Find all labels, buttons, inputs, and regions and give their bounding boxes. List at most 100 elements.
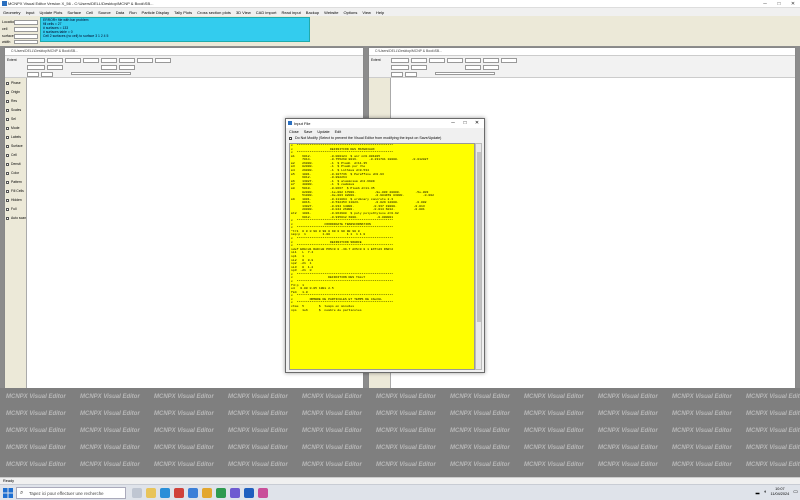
menu-item[interactable]: Backup [306,10,319,15]
origin-y-field[interactable] [65,58,81,63]
level-field[interactable] [465,65,481,70]
option-checkbox[interactable] [6,190,9,193]
label-field[interactable] [391,65,409,70]
menu-item[interactable]: Geometry [3,10,21,15]
option-checkbox[interactable] [6,217,9,220]
network-icon[interactable]: ▂ [756,489,760,495]
maximize-button[interactable]: □ [772,0,786,8]
menu-item[interactable]: Source [98,10,111,15]
option-checkbox[interactable] [6,163,9,166]
menu-item[interactable]: Surface [67,10,81,15]
basis-field[interactable] [137,58,153,63]
app-icon-red[interactable] [174,488,184,498]
level-field[interactable] [483,65,499,70]
app-icon-pink[interactable] [258,488,268,498]
extent-field[interactable] [391,58,409,63]
option-checkbox[interactable] [6,82,9,85]
location-input[interactable] [14,20,38,25]
mcnpx-taskbar-icon[interactable] [244,488,254,498]
minimize-button[interactable]: ─ [758,0,772,8]
option-checkbox[interactable] [6,127,9,130]
basis-field[interactable] [501,58,517,63]
app-icon-purple[interactable] [230,488,240,498]
option-label: Full [11,207,17,211]
option-checkbox[interactable] [6,154,9,157]
option-checkbox[interactable] [6,199,9,202]
basis-field[interactable] [101,58,117,63]
surface-input[interactable] [14,34,38,39]
input-window-minimize-button[interactable]: ─ [447,119,459,128]
option-checkbox[interactable] [6,109,9,112]
close-button[interactable]: ✕ [786,0,800,8]
color-field[interactable] [47,65,63,70]
option-checkbox[interactable] [6,181,9,184]
menu-item[interactable]: Website [324,10,338,15]
width-input[interactable] [14,40,38,44]
menu-item[interactable]: Update Plots [39,10,62,15]
app-icon-orange[interactable] [202,488,212,498]
basis-field[interactable] [483,58,499,63]
app-icon-blue[interactable] [188,488,198,498]
menu-item[interactable]: 3D View [236,10,251,15]
zoom-slider[interactable] [71,72,131,75]
origin-z-field[interactable] [447,58,463,63]
basis-field[interactable] [155,58,171,63]
menu-item[interactable]: CAD import [256,10,277,15]
input-menu-save[interactable]: Save [304,130,313,134]
extent-field[interactable] [27,58,45,63]
zoom-field[interactable] [27,72,39,77]
input-menu-edit[interactable]: Edit [335,130,342,134]
zoom-field[interactable] [405,72,417,77]
input-window-close-button[interactable]: ✕ [471,119,483,128]
taskbar-search-box[interactable]: ⌕ Tapez ici pour effectuer une recherche [16,487,126,499]
option-checkbox[interactable] [6,100,9,103]
option-checkbox[interactable] [6,136,9,139]
zoom-field[interactable] [41,72,53,77]
menu-item[interactable]: Particle Display [142,10,170,15]
option-checkbox[interactable] [6,118,9,121]
input-vertical-scrollbar[interactable] [475,143,482,370]
menu-item[interactable]: Input [26,10,35,15]
option-checkbox[interactable] [6,172,9,175]
menu-item[interactable]: Run [129,10,136,15]
option-checkbox[interactable] [6,145,9,148]
app-icon-green[interactable] [216,488,226,498]
zoom-field[interactable] [391,72,403,77]
watermark-text: MCNPX Visual Editor [746,394,800,400]
file-explorer-icon[interactable] [146,488,156,498]
menu-item[interactable]: View [362,10,371,15]
basis-field[interactable] [465,58,481,63]
origin-x-field[interactable] [411,58,427,63]
menu-item[interactable]: Help [376,10,384,15]
input-file-text-area[interactable]: c **************************************… [289,143,475,370]
cell-input[interactable] [14,27,38,32]
do-not-modify-checkbox[interactable] [289,137,292,140]
option-checkbox[interactable] [6,208,9,211]
windows-start-icon[interactable] [3,488,13,498]
menu-item[interactable]: Data [116,10,124,15]
clock[interactable]: 10:07 11/04/2024 [771,487,790,496]
menu-item[interactable]: Tally Plots [174,10,192,15]
task-view-icon[interactable] [132,488,142,498]
menu-item[interactable]: Cell [86,10,93,15]
basis-field[interactable] [119,58,135,63]
menu-item[interactable]: Cross section plots [197,10,231,15]
menu-item[interactable]: Read input [281,10,300,15]
edge-browser-icon[interactable] [160,488,170,498]
level-field[interactable] [119,65,135,70]
label-field[interactable] [27,65,45,70]
level-field[interactable] [101,65,117,70]
input-window-maximize-button[interactable]: □ [459,119,471,128]
input-menu-update[interactable]: Update [317,130,329,134]
notification-icon[interactable]: ▭ [793,489,798,495]
input-menu-close[interactable]: Close [289,130,299,134]
volume-icon[interactable]: ◖ [764,489,767,495]
origin-z-field[interactable] [83,58,99,63]
origin-y-field[interactable] [429,58,445,63]
option-checkbox[interactable] [6,91,9,94]
menu-item[interactable]: Options [344,10,358,15]
zoom-slider[interactable] [435,72,495,75]
scrollbar-thumb[interactable] [477,152,481,322]
color-field[interactable] [411,65,427,70]
origin-x-field[interactable] [47,58,63,63]
